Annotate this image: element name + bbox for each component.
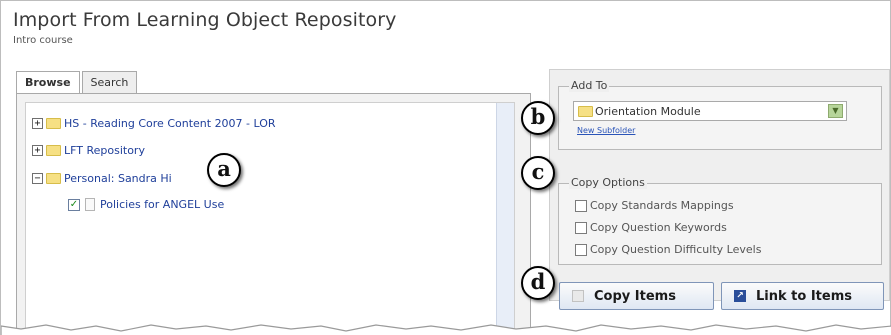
repository-tree: + HS - Reading Core Content 2007 - LOR +…	[25, 102, 515, 335]
dialog-title: Import From Learning Object Repository	[13, 9, 397, 31]
tree-item-personal[interactable]: − Personal: Sandra Hi	[32, 172, 172, 185]
destination-select-value: Orientation Module	[595, 104, 701, 118]
option-difficulty-levels[interactable]: Copy Question Difficulty Levels	[575, 243, 761, 256]
options-panel: Add To Orientation Module ▼ New Subfolde…	[549, 69, 890, 301]
folder-icon	[46, 173, 61, 184]
folder-icon	[46, 118, 61, 129]
tab-bar: Browse Search	[16, 71, 139, 94]
folder-icon	[578, 105, 593, 117]
minus-expander-icon[interactable]: −	[32, 173, 43, 184]
copy-items-label: Copy Items	[594, 288, 676, 304]
tree-item-policies[interactable]: ✓ Policies for ANGEL Use	[68, 198, 224, 211]
tree-item-label[interactable]: LFT Repository	[64, 144, 145, 157]
checkbox-checked-icon[interactable]: ✓	[68, 198, 80, 211]
plus-expander-icon[interactable]: +	[32, 118, 43, 129]
copy-options-legend: Copy Options	[569, 176, 647, 189]
checkbox-icon[interactable]	[575, 221, 587, 234]
torn-edge	[1, 324, 891, 335]
option-label: Copy Standards Mappings	[590, 199, 734, 212]
link-to-items-button[interactable]: ↗ Link to Items	[721, 282, 884, 310]
callout-d: d	[521, 266, 555, 300]
callout-b: b	[521, 101, 555, 135]
tree-item-label[interactable]: Personal: Sandra Hi	[64, 172, 172, 185]
link-arrow-icon: ↗	[734, 290, 746, 302]
folder-icon	[46, 145, 61, 156]
tree-item-hs-reading[interactable]: + HS - Reading Core Content 2007 - LOR	[32, 117, 276, 130]
tab-search[interactable]: Search	[81, 71, 138, 93]
tree-item-label[interactable]: Policies for ANGEL Use	[100, 198, 224, 211]
plus-expander-icon[interactable]: +	[32, 145, 43, 156]
copy-icon	[572, 290, 584, 302]
browse-panel: + HS - Reading Core Content 2007 - LOR +…	[16, 93, 531, 335]
checkbox-icon[interactable]	[575, 199, 587, 212]
option-label: Copy Question Difficulty Levels	[590, 243, 762, 256]
add-to-group: Add To Orientation Module ▼ New Subfolde…	[558, 79, 882, 150]
document-icon	[85, 198, 95, 211]
tree-item-label[interactable]: HS - Reading Core Content 2007 - LOR	[64, 117, 276, 130]
add-to-legend: Add To	[569, 79, 610, 92]
dropdown-arrow-icon[interactable]: ▼	[828, 104, 843, 118]
option-question-keywords[interactable]: Copy Question Keywords	[575, 221, 727, 234]
callout-c: c	[521, 156, 555, 190]
copy-options-group: Copy Options Copy Standards Mappings Cop…	[558, 176, 882, 265]
link-to-items-label: Link to Items	[756, 288, 852, 304]
import-dialog: Import From Learning Object Repository I…	[0, 0, 891, 335]
checkbox-icon[interactable]	[575, 243, 587, 256]
copy-items-button[interactable]: Copy Items	[559, 282, 714, 310]
tree-scrollbar[interactable]	[496, 103, 514, 335]
tree-item-lft-repository[interactable]: + LFT Repository	[32, 144, 145, 157]
tab-browse[interactable]: Browse	[16, 71, 80, 94]
callout-a: a	[207, 153, 241, 187]
option-standards-mappings[interactable]: Copy Standards Mappings	[575, 199, 734, 212]
new-subfolder-link[interactable]: New Subfolder	[577, 126, 635, 135]
dialog-subtitle: Intro course	[13, 35, 73, 46]
option-label: Copy Question Keywords	[590, 221, 727, 234]
destination-select[interactable]: Orientation Module ▼	[573, 101, 847, 121]
